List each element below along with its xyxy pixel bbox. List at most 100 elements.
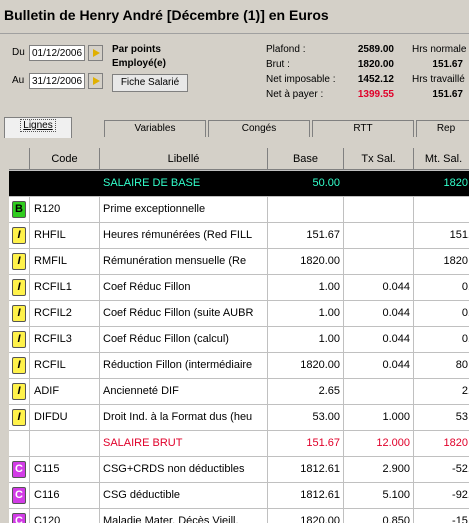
au-date-field[interactable]: 31/12/2006 (29, 73, 85, 89)
table-row[interactable]: I RCFIL1 Coef Réduc Fillon 1.00 0.044 0. (9, 275, 469, 301)
libelle-cell: Prime exceptionnelle (100, 197, 268, 222)
row-icon-cell: I (9, 327, 30, 352)
row-icon-cell: I (9, 275, 30, 300)
tx-sal-cell (344, 249, 414, 274)
mt-sal-cell (414, 197, 469, 222)
base-cell: 1.00 (268, 301, 344, 326)
libelle-cell: Coef Réduc Fillon (100, 275, 268, 300)
tx-sal-cell (344, 223, 414, 248)
mt-sal-cell: 53. (455, 411, 469, 423)
table-row[interactable]: C C120 Maladie Mater. Décès Vieill. 1820… (9, 509, 469, 523)
column-header-base[interactable]: Base (268, 148, 344, 170)
libelle-cell: Ancienneté DIF (100, 379, 268, 404)
code-cell: C115 (30, 457, 100, 482)
table-row[interactable]: SALAIRE DE BASE 50.00 1820. (9, 171, 469, 197)
table-row[interactable]: I RCFIL Réduction Fillon (intermédiaire … (9, 353, 469, 379)
mt-sal-cell: 80. (455, 359, 469, 371)
bulletin-header: Du 01/12/2006 Au 31/12/2006 Par points E… (0, 34, 469, 107)
lines-table: Code Libellé Base Tx Sal. Mt. Sal. SALAI… (9, 148, 469, 523)
hrs-travaillees-label: Hrs travaillé (412, 74, 465, 85)
du-label: Du (12, 47, 25, 58)
table-row[interactable]: B R120 Prime exceptionnelle (9, 197, 469, 223)
hrs-normales-value: 151.67 (432, 59, 463, 70)
code-cell: RCFIL2 (30, 301, 100, 326)
mt-sal-cell: -52. (452, 463, 469, 475)
window-titlebar: Bulletin de Henry André [Décembre (1)] e… (0, 0, 469, 34)
hrs-travaillees-value: 151.67 (432, 89, 463, 100)
brut-value: 1820.00 (357, 59, 394, 70)
tx-sal-cell: 0.850 (344, 509, 414, 523)
base-cell: 1.00 (268, 327, 344, 352)
row-icon-cell: C (9, 509, 30, 523)
column-header-code[interactable]: Code (30, 148, 100, 170)
table-row[interactable]: I ADIF Ancienneté DIF 2.65 2. (9, 379, 469, 405)
row-icon-cell (9, 431, 30, 456)
base-cell: 53.00 (268, 405, 344, 430)
table-row[interactable]: SALAIRE BRUT 151.67 12.000 1820. (9, 431, 469, 457)
libelle-cell: Maladie Mater. Décès Vieill. (100, 509, 268, 523)
i-type-icon: I (12, 305, 26, 322)
table-row[interactable]: I RCFIL2 Coef Réduc Fillon (suite AUBR 1… (9, 301, 469, 327)
base-cell: 2.65 (268, 379, 344, 404)
tx-sal-cell (344, 197, 414, 222)
table-row[interactable]: C C115 CSG+CRDS non déductibles 1812.61 … (9, 457, 469, 483)
plafond-value: 2589.00 (357, 44, 394, 55)
libelle-cell: CSG+CRDS non déductibles (100, 457, 268, 482)
column-header-libelle[interactable]: Libellé (100, 148, 268, 170)
code-cell: RCFIL (30, 353, 100, 378)
column-header-mt-sal[interactable]: Mt. Sal. (414, 148, 469, 170)
tx-sal-cell: 5.100 (344, 483, 414, 508)
base-cell (268, 197, 344, 222)
tx-sal-cell: 1.000 (344, 405, 414, 430)
tab-rep[interactable]: Rep (416, 120, 469, 137)
libelle-cell: Heures rémunérées (Red FILL (100, 223, 268, 248)
row-icon-cell: I (9, 353, 30, 378)
tab-conges[interactable]: Congés (208, 120, 310, 137)
mt-sal-cell: -92. (452, 489, 469, 501)
tx-sal-cell: 12.000 (344, 431, 414, 456)
column-header-tx-sal[interactable]: Tx Sal. (344, 148, 414, 170)
base-cell: 1820.00 (268, 509, 344, 523)
mt-sal-cell: 1820. (443, 255, 469, 267)
row-icon-cell: C (9, 457, 30, 482)
b-type-icon: B (12, 201, 26, 218)
libelle-cell: Droit Ind. à la Format dus (heu (100, 405, 268, 430)
base-cell: 50.00 (268, 171, 344, 196)
brut-label: Brut : (266, 59, 290, 70)
tx-sal-cell: 0.044 (344, 353, 414, 378)
code-cell: RCFIL1 (30, 275, 100, 300)
table-row[interactable]: I RMFIL Rémunération mensuelle (Re 1820.… (9, 249, 469, 275)
du-date-field[interactable]: 01/12/2006 (29, 45, 85, 61)
i-type-icon: I (12, 357, 26, 374)
mt-sal-cell: 2. (461, 385, 469, 397)
table-row[interactable]: C C116 CSG déductible 1812.61 5.100 -92. (9, 483, 469, 509)
table-row[interactable]: I RCFIL3 Coef Réduc Fillon (calcul) 1.00… (9, 327, 469, 353)
mt-sal-cell: -15. (452, 515, 469, 523)
table-row[interactable]: I DIFDU Droit Ind. à la Format dus (heu … (9, 405, 469, 431)
tx-sal-cell (344, 171, 414, 196)
employee-type: Employé(e) (112, 58, 166, 69)
tab-rtt[interactable]: RTT (312, 120, 414, 137)
code-cell (30, 431, 100, 456)
tab-variables[interactable]: Variables (104, 120, 206, 137)
libelle-cell: Coef Réduc Fillon (suite AUBR (100, 301, 268, 326)
tab-lignes[interactable]: Lignes (4, 117, 72, 138)
mt-sal-cell: 1820. (443, 437, 469, 449)
mt-sal-cell: 0. (461, 281, 469, 293)
i-type-icon: I (12, 279, 26, 296)
au-date-picker-icon[interactable] (88, 73, 103, 89)
calc-mode: Par points (112, 44, 161, 55)
code-cell: C120 (30, 509, 100, 523)
c-type-icon: C (12, 513, 26, 523)
libelle-cell: Coef Réduc Fillon (calcul) (100, 327, 268, 352)
i-type-icon: I (12, 253, 26, 270)
i-type-icon: I (12, 227, 26, 244)
du-date-picker-icon[interactable] (88, 45, 103, 61)
icon-column-header (9, 148, 30, 170)
fiche-salarie-button[interactable]: Fiche Salarié (112, 74, 188, 92)
net-a-payer-value: 1399.55 (357, 89, 394, 100)
tx-sal-cell: 0.044 (344, 301, 414, 326)
base-cell: 1812.61 (268, 457, 344, 482)
table-row[interactable]: I RHFIL Heures rémunérées (Red FILL 151.… (9, 223, 469, 249)
tx-sal-cell: 2.900 (344, 457, 414, 482)
